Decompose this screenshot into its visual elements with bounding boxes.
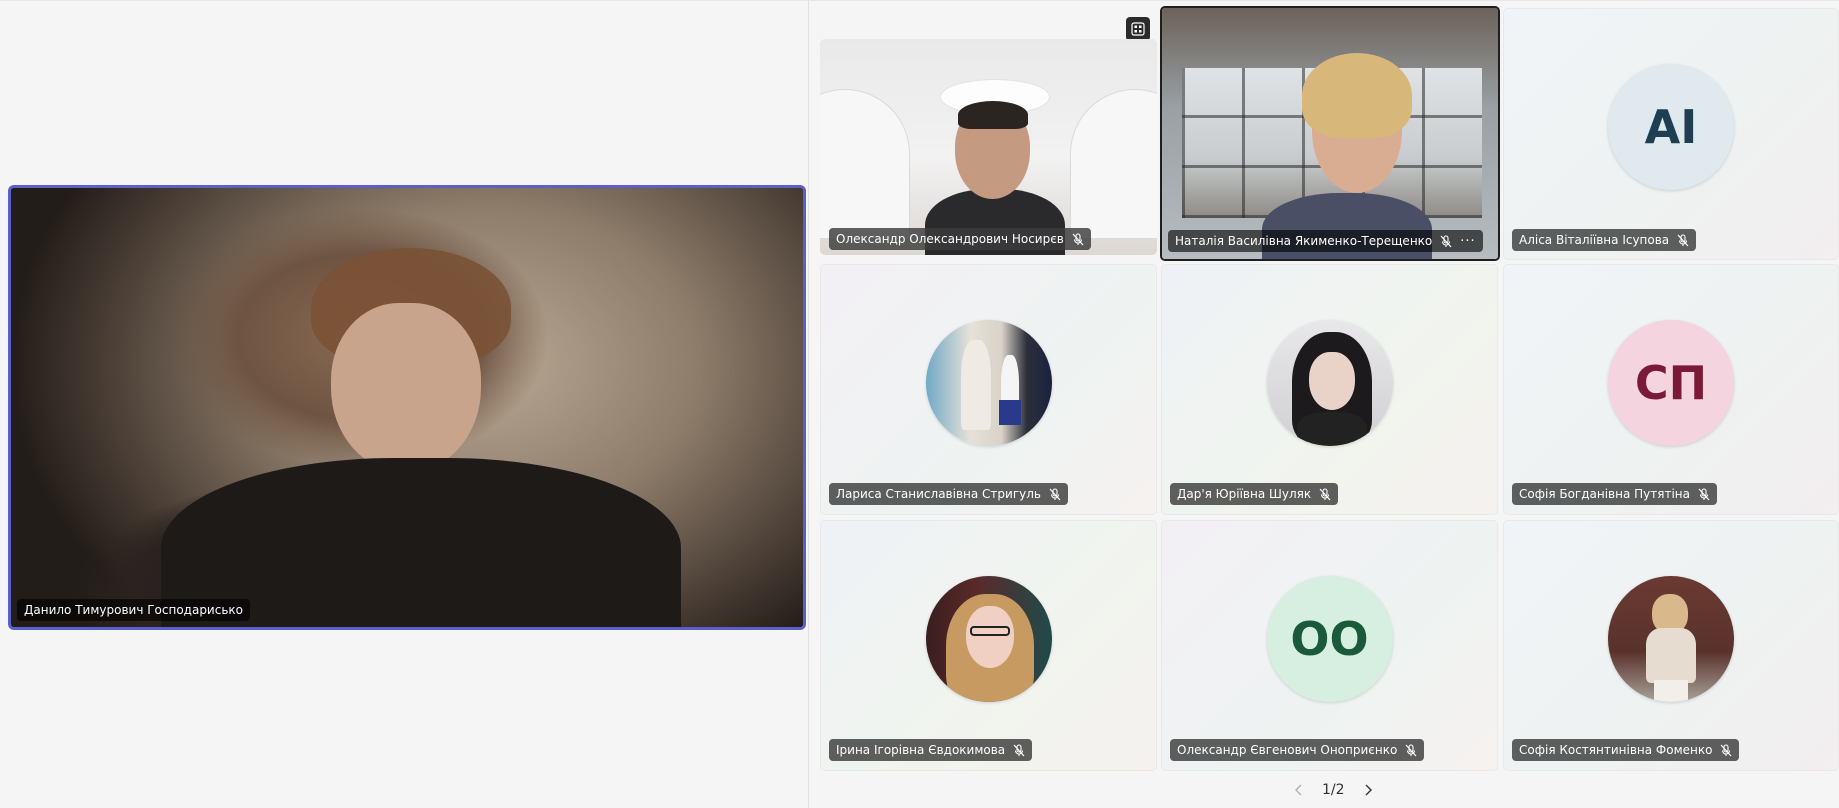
chevron-left-icon xyxy=(1295,784,1302,796)
mic-off-icon xyxy=(1720,743,1732,757)
participant-name: Софія Костянтинівна Фоменко xyxy=(1519,743,1713,757)
mic-off-icon xyxy=(1072,232,1084,246)
participant-photo-avatar xyxy=(925,575,1052,702)
chevron-right-icon xyxy=(1365,784,1372,796)
participant-name-tag: Софія Костянтинівна Фоменко xyxy=(1512,739,1740,761)
participant-photo-avatar xyxy=(1608,575,1734,702)
spotlight-name-tag: Данило Тимурович Господарисько xyxy=(17,599,250,621)
participant-name-tag: Ірина Ігорівна Євдокимова xyxy=(829,739,1033,761)
participant-tile-6[interactable]: Ірина Ігорівна Євдокимова xyxy=(820,520,1157,771)
participant-initials-avatar: АІ xyxy=(1608,64,1734,190)
mic-off-icon xyxy=(1049,487,1061,501)
participant-name: Олександр Євгенович Оноприєнко xyxy=(1177,743,1398,757)
participant-name: Дар'я Юріївна Шуляк xyxy=(1177,487,1312,501)
participant-tile-4[interactable]: Дар'я Юріївна Шуляк xyxy=(1161,264,1498,515)
pager-next-button[interactable] xyxy=(1359,781,1377,799)
pager-label: 1/2 xyxy=(1322,782,1345,798)
participant-tile-1[interactable]: Наталія Василівна Якименко-Терещенко ··· xyxy=(1160,6,1500,261)
mic-off-icon xyxy=(1405,743,1417,757)
participant-name-tag: Наталія Василівна Якименко-Терещенко ··· xyxy=(1168,230,1483,252)
participant-tile-3[interactable]: Лариса Станиславівна Стригуль xyxy=(820,264,1157,515)
participant-photo-avatar xyxy=(1266,319,1393,446)
layout-toggle-button[interactable] xyxy=(1126,17,1150,41)
pager-prev-button[interactable] xyxy=(1290,781,1308,799)
participant-tile-0[interactable]: Олександр Олександрович Носирєв xyxy=(820,39,1157,255)
participant-initials-avatar: ОО xyxy=(1266,575,1393,702)
participant-tile-2[interactable]: АІ Аліса Віталіївна Ісупова xyxy=(1503,8,1839,260)
mic-off-icon xyxy=(1013,743,1025,757)
participant-name-tag: Олександр Олександрович Носирєв xyxy=(829,228,1091,250)
participant-name-tag: Дар'я Юріївна Шуляк xyxy=(1170,483,1339,505)
participant-tile-7[interactable]: ОО Олександр Євгенович Оноприєнко xyxy=(1161,520,1498,771)
participant-name: Наталія Василівна Якименко-Терещенко xyxy=(1175,234,1433,248)
mic-off-icon xyxy=(1677,233,1689,247)
participant-name: Аліса Віталіївна Ісупова xyxy=(1519,233,1670,247)
mic-off-icon xyxy=(1319,487,1331,501)
meeting-stage: Данило Тимурович Господарисько Олександр… xyxy=(0,0,1839,808)
participant-name: Олександр Олександрович Носирєв xyxy=(836,232,1064,246)
spotlight-video-feed xyxy=(11,188,803,627)
participant-name-tag: Софія Богданівна Путятіна xyxy=(1512,483,1717,505)
participant-initials-avatar: СП xyxy=(1608,319,1734,446)
participant-name: Ірина Ігорівна Євдокимова xyxy=(836,743,1006,757)
participant-name-tag: Аліса Віталіївна Ісупова xyxy=(1512,229,1697,251)
grid-pager: 1/2 xyxy=(1290,781,1377,799)
participant-photo-avatar xyxy=(925,319,1052,446)
avatar-initials: ОО xyxy=(1290,611,1369,666)
spotlight-pane: Данило Тимурович Господарисько xyxy=(0,1,808,808)
participant-name-tag: Лариса Станиславівна Стригуль xyxy=(829,483,1068,505)
participant-name: Софія Богданівна Путятіна xyxy=(1519,487,1690,501)
more-options-icon[interactable]: ··· xyxy=(1460,235,1475,248)
avatar-initials: СП xyxy=(1634,355,1708,410)
participant-tile-8[interactable]: Софія Костянтинівна Фоменко xyxy=(1503,520,1839,771)
grid-layout-icon xyxy=(1131,22,1145,36)
avatar-initials: АІ xyxy=(1644,100,1698,154)
participant-name: Лариса Станиславівна Стригуль xyxy=(836,487,1041,501)
participant-tile-5[interactable]: СП Софія Богданівна Путятіна xyxy=(1503,264,1839,515)
participant-name-tag: Олександр Євгенович Оноприєнко xyxy=(1170,739,1425,761)
spotlight-video-tile[interactable]: Данило Тимурович Господарисько xyxy=(8,185,806,630)
mic-off-icon xyxy=(1440,234,1452,248)
spotlight-participant-name: Данило Тимурович Господарисько xyxy=(24,603,243,617)
mic-off-icon xyxy=(1698,487,1710,501)
